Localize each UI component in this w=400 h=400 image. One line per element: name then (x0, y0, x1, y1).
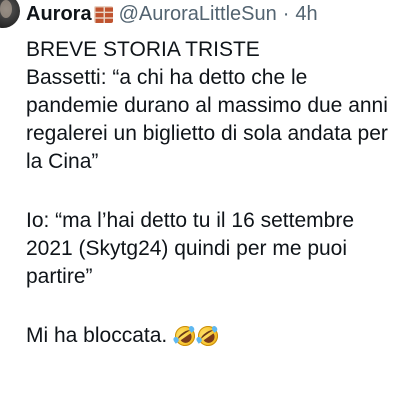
tweet-line: Mi ha bloccata. (26, 324, 168, 347)
tweet-line: BREVE STORIA TRISTE (26, 38, 260, 61)
timestamp[interactable]: 4h (295, 2, 317, 26)
tweet-line: Bassetti: “a chi ha detto che le (26, 66, 308, 89)
avatar[interactable] (0, 0, 20, 28)
tweet-header: Aurora @AuroraLittleSun · 4h (26, 2, 318, 26)
tweet-text: BREVE STORIA TRISTE Bassetti: “a chi ha … (26, 36, 400, 350)
tweet-card: Aurora @AuroraLittleSun · 4h BREVE STORI… (0, 0, 400, 400)
tweet-line: 2021 (Skytg24) quindi per me puoi (26, 237, 348, 260)
tweet-line: la Cina” (26, 150, 99, 173)
rofl-icon (171, 322, 200, 350)
brick-icon (93, 5, 113, 23)
tweet-line: partire” (26, 265, 93, 288)
separator-dot: · (282, 3, 290, 25)
display-name[interactable]: Aurora (26, 2, 92, 26)
tweet-line: Io: “ma l’hai detto tu il 16 settembre (26, 209, 354, 232)
tweet-last-line: Mi ha bloccata. (26, 322, 400, 350)
user-handle[interactable]: @AuroraLittleSun (119, 2, 277, 26)
tweet-line: regalerei un biglietto di sola andata pe… (26, 122, 388, 145)
tweet-line: pandemie durano al massimo due anni (26, 94, 388, 117)
rofl-icon (194, 322, 223, 350)
